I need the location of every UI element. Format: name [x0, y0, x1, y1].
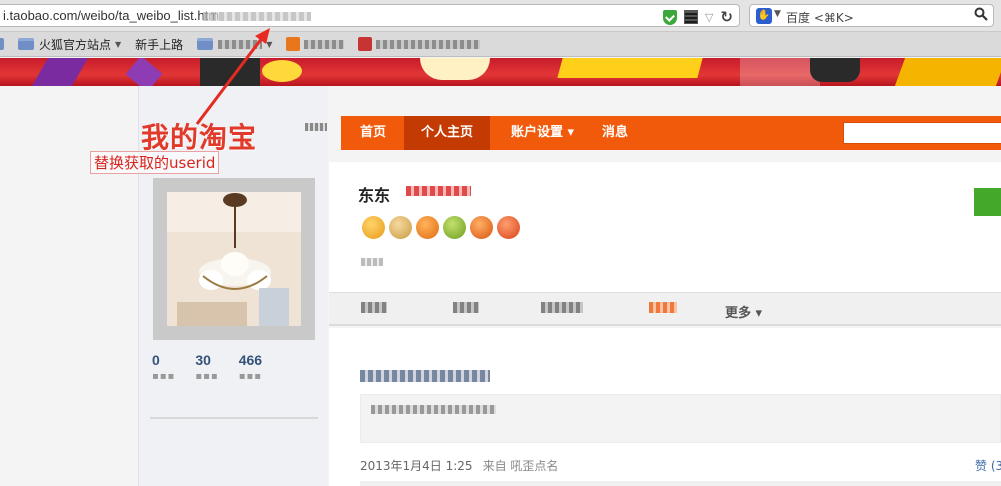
- bookmark-getting-started[interactable]: 新手上路: [0, 34, 183, 132]
- nav-account-settings[interactable]: 账户设置 ▾: [511, 116, 574, 150]
- profile-tag-obscured: [406, 186, 471, 196]
- profile-name: 东东: [358, 186, 391, 205]
- feed-quote-obscured: [371, 405, 496, 414]
- url-obscured-text: [203, 12, 311, 21]
- badge-list: [362, 216, 520, 239]
- engine-dropdown-icon[interactable]: ▼: [774, 9, 781, 19]
- badge-icon[interactable]: [362, 216, 385, 239]
- bookmark-overflow[interactable]: [0, 34, 4, 54]
- search-input[interactable]: ✋ ▼ 百度 <⌘K>: [749, 4, 994, 27]
- browser-toolbar: i.taobao.com/weibo/ta_weibo_list.htm ▽ ↻…: [0, 0, 1001, 32]
- folder-icon: [197, 38, 214, 50]
- feed-source[interactable]: 来自 吼歪点名: [483, 459, 559, 473]
- feed-timestamp[interactable]: 2013年1月4日 1:25: [360, 459, 473, 473]
- badge-icon[interactable]: [416, 216, 439, 239]
- nav-search-input[interactable]: [843, 122, 1001, 144]
- folder-icon: [18, 38, 34, 50]
- feed-quote-box: [360, 394, 1001, 443]
- url-dropdown-icon[interactable]: ▽: [705, 11, 713, 24]
- follow-button[interactable]: [974, 188, 1001, 216]
- feed-post-header-obscured: [360, 370, 490, 382]
- like-button[interactable]: 赞 (3: [975, 457, 1001, 474]
- main-nav: 首页 个人主页 账户设置 ▾ 消息: [341, 116, 1001, 150]
- nav-messages[interactable]: 消息: [602, 116, 628, 150]
- bookmarks-bar: 火狐官方站点 ▼ 新手上路 ▼: [0, 32, 1001, 132]
- stat-label-obscured: ▪▪▪: [195, 371, 219, 382]
- stat-followers[interactable]: 30 ▪▪▪: [195, 352, 218, 382]
- tab-obscured-3[interactable]: [541, 302, 583, 317]
- tab-obscured-2[interactable]: [453, 302, 479, 317]
- divider: [150, 417, 318, 419]
- tab-obscured-1[interactable]: [361, 302, 387, 317]
- annotation-obscured-label: [305, 123, 327, 131]
- search-placeholder: 百度 <⌘K>: [786, 11, 854, 25]
- search-icon[interactable]: [974, 7, 988, 21]
- tab-obscured-active[interactable]: [649, 302, 677, 317]
- avatar[interactable]: [153, 178, 315, 340]
- profile-stats: 0 ▪▪▪ 30 ▪▪▪ 466 ▪▪▪: [152, 352, 262, 382]
- divider: [360, 481, 1001, 486]
- security-shield-icon[interactable]: [662, 9, 677, 25]
- feed-meta: 2013年1月4日 1:25 来自 吼歪点名: [360, 457, 558, 474]
- chevron-down-icon: ▼: [266, 39, 273, 49]
- annotation-hint: 替换获取的userid: [90, 151, 220, 174]
- nav-home[interactable]: 首页: [360, 116, 386, 150]
- url-input[interactable]: i.taobao.com/weibo/ta_weibo_list.htm ▽ ↻: [0, 4, 740, 27]
- nav-profile[interactable]: 个人主页: [404, 116, 491, 150]
- stat-value: 466: [238, 352, 263, 368]
- reload-icon[interactable]: ↻: [720, 8, 733, 26]
- qr-code-icon[interactable]: [683, 10, 698, 24]
- avatar-image: [167, 192, 301, 326]
- badge-icon[interactable]: [389, 216, 412, 239]
- site-favicon-icon: [358, 37, 373, 51]
- stat-value: 30: [195, 352, 211, 368]
- chandelier-image: [167, 192, 301, 326]
- site-favicon-icon: [286, 37, 301, 51]
- chevron-down-icon: ▼: [115, 39, 122, 49]
- stat-posts[interactable]: 466 ▪▪▪: [239, 352, 262, 382]
- bookmark-obscured-1[interactable]: ▼: [197, 34, 272, 54]
- badge-icon[interactable]: [470, 216, 493, 239]
- stat-value: 0: [152, 352, 160, 368]
- url-icons: ▽ ↻: [662, 8, 733, 26]
- badge-icon[interactable]: [497, 216, 520, 239]
- stat-label-obscured: ▪▪▪: [238, 371, 263, 382]
- tab-more[interactable]: 更多 ▾: [725, 302, 762, 321]
- stat-following[interactable]: 0 ▪▪▪: [152, 352, 175, 382]
- promo-banner: [0, 58, 1001, 86]
- baidu-paw-icon[interactable]: ✋: [756, 8, 772, 24]
- profile-tabs: 更多 ▾: [329, 292, 1001, 326]
- stat-label-obscured: ▪▪▪: [152, 371, 176, 382]
- annotation-title: 我的淘宝: [141, 121, 258, 154]
- bookmark-firefox-site[interactable]: 火狐官方站点 ▼: [18, 34, 121, 54]
- profile-subtext-obscured: [361, 258, 383, 266]
- bookmark-obscured-3[interactable]: [358, 34, 481, 54]
- bookmark-obscured-2[interactable]: [286, 34, 345, 54]
- badge-icon[interactable]: [443, 216, 466, 239]
- url-text[interactable]: i.taobao.com/weibo/ta_weibo_list.htm: [3, 8, 219, 23]
